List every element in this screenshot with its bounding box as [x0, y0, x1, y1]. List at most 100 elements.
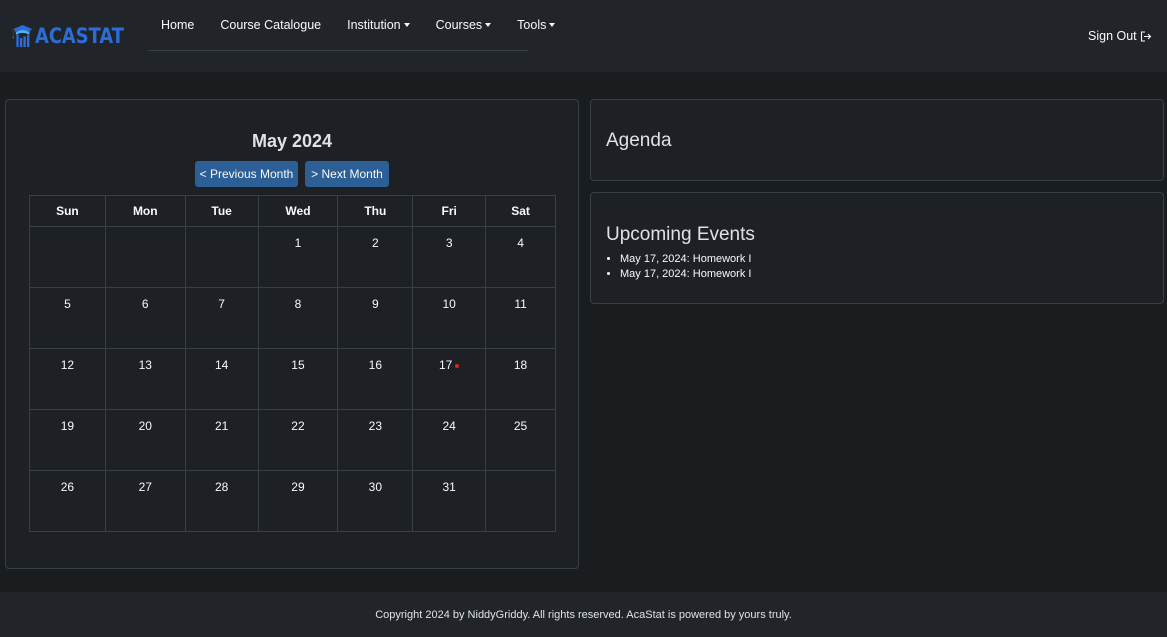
calendar-grid: Sun Mon Tue Wed Thu Fri Sat 1 2 3 4 5 6	[29, 195, 556, 532]
calendar-day[interactable]: 22	[257, 409, 339, 471]
calendar-day[interactable]: 7	[184, 287, 259, 349]
sign-out-link[interactable]: Sign Out	[1088, 29, 1152, 43]
agenda-card: Agenda	[590, 99, 1164, 181]
nav-home-label: Home	[161, 18, 195, 32]
calendar-day[interactable]: 14	[184, 348, 259, 410]
calendar-day[interactable]: 12	[29, 348, 106, 410]
calendar-day[interactable]: 20	[104, 409, 186, 471]
event-dot-icon	[455, 363, 460, 368]
calendar-day[interactable]: 5	[29, 287, 106, 349]
weekday-header: Fri	[412, 195, 487, 227]
calendar-day[interactable]: 31	[412, 470, 487, 532]
calendar-week-row: 1 2 3 4	[29, 226, 556, 288]
calendar-day[interactable]: 25	[485, 409, 556, 471]
calendar-day[interactable]: 18	[485, 348, 556, 410]
day-number: 9	[371, 297, 379, 311]
caret-down-icon	[403, 23, 410, 27]
nav-home[interactable]: Home	[148, 18, 207, 32]
day-number: 3	[445, 236, 453, 250]
calendar-day[interactable]: 24	[412, 409, 487, 471]
month-title: May 2024	[251, 131, 333, 151]
calendar-day[interactable]: 11	[485, 287, 556, 349]
footer: Copyright 2024 by NiddyGriddy. All right…	[0, 592, 1167, 637]
brand-name: ACASTAT	[35, 24, 125, 48]
calendar-card: May 2024 < Previous Month > Next Month S…	[5, 99, 579, 569]
sign-out-label: Sign Out	[1088, 29, 1137, 43]
agenda-title: Agenda	[606, 130, 672, 151]
weekday-header: Thu	[337, 195, 414, 227]
caret-down-icon	[549, 23, 556, 27]
nav-course-catalogue-label: Course Catalogue	[220, 18, 322, 32]
day-number: 30	[368, 480, 382, 494]
nav-courses-dropdown[interactable]: Courses	[423, 18, 505, 32]
day-number: 27	[138, 480, 152, 494]
calendar-day-empty	[184, 226, 259, 288]
calendar-day-empty	[104, 226, 186, 288]
calendar-day[interactable]: 1	[257, 226, 339, 288]
calendar-day[interactable]: 15	[257, 348, 339, 410]
calendar-day[interactable]: 3	[412, 226, 487, 288]
calendar-day-with-event[interactable]: 17	[412, 348, 487, 410]
calendar-day-empty	[485, 470, 556, 532]
previous-month-button[interactable]: < Previous Month	[195, 161, 298, 187]
calendar-day[interactable]: 4	[485, 226, 556, 288]
day-number: 7	[218, 297, 225, 311]
upcoming-events-list: May 17, 2024: Homework I May 17, 2024: H…	[620, 252, 751, 282]
weekday-header-row: Sun Mon Tue Wed Thu Fri Sat	[29, 195, 556, 227]
day-number: 16	[368, 358, 382, 372]
day-number: 18	[513, 358, 528, 372]
calendar-day[interactable]: 9	[337, 287, 414, 349]
nav-institution-dropdown[interactable]: Institution	[334, 18, 423, 32]
main-nav: Home Course Catalogue Institution Course…	[148, 0, 556, 51]
footer-copyright: Copyright 2024 by NiddyGriddy. All right…	[375, 608, 792, 621]
calendar-day[interactable]: 26	[29, 470, 106, 532]
calendar-day[interactable]: 10	[412, 287, 487, 349]
day-number: 8	[294, 297, 302, 311]
nav-tools-dropdown[interactable]: Tools	[504, 18, 568, 32]
calendar-week-row: 12 13 14 15 16 17 18	[29, 348, 556, 410]
weekday-header: Sun	[29, 195, 106, 227]
day-number: 14	[214, 358, 229, 372]
event-item: May 17, 2024: Homework I	[620, 252, 751, 267]
day-number: 24	[442, 419, 456, 433]
calendar-day[interactable]: 28	[184, 470, 259, 532]
calendar-week-row: 5 6 7 8 9 10 11	[29, 287, 556, 349]
weekday-header: Wed	[257, 195, 339, 227]
caret-down-icon	[485, 23, 492, 27]
day-number: 25	[513, 419, 528, 433]
calendar-day[interactable]: 19	[29, 409, 106, 471]
calendar-day[interactable]: 6	[104, 287, 186, 349]
day-number: 5	[64, 297, 71, 311]
day-number: 2	[371, 236, 379, 250]
day-number: 20	[138, 419, 152, 433]
day-number: 10	[442, 297, 456, 311]
day-number: 11	[514, 297, 527, 311]
day-number: 29	[291, 480, 305, 494]
day-number: 17	[438, 358, 453, 372]
nav-course-catalogue[interactable]: Course Catalogue	[207, 18, 334, 32]
day-number: 28	[214, 480, 229, 494]
calendar-week-row: 26 27 28 29 30 31	[29, 470, 556, 532]
nav-tools-label: Tools	[517, 18, 547, 32]
calendar-day[interactable]: 13	[104, 348, 186, 410]
calendar-day[interactable]: 16	[337, 348, 414, 410]
day-number: 15	[291, 358, 305, 372]
day-number: 26	[60, 480, 75, 494]
next-month-button[interactable]: > Next Month	[305, 161, 389, 187]
calendar-day[interactable]: 30	[337, 470, 414, 532]
calendar-day[interactable]: 2	[337, 226, 414, 288]
calendar-day[interactable]: 23	[337, 409, 414, 471]
calendar-day[interactable]: 27	[104, 470, 186, 532]
day-number: 19	[60, 419, 75, 433]
calendar-day[interactable]: 21	[184, 409, 259, 471]
day-number: 4	[517, 236, 524, 250]
calendar-day[interactable]: 8	[257, 287, 339, 349]
brand-logo[interactable]: ACASTAT	[12, 7, 140, 65]
calendar-week-row: 19 20 21 22 23 24 25	[29, 409, 556, 471]
day-number: 23	[368, 419, 382, 433]
event-item: May 17, 2024: Homework I	[620, 267, 751, 282]
sign-out-icon	[1140, 30, 1151, 42]
calendar-day[interactable]: 29	[257, 470, 339, 532]
weekday-header: Mon	[104, 195, 186, 227]
navbar: ACASTAT Home Course Catalogue Institutio…	[0, 0, 1167, 72]
